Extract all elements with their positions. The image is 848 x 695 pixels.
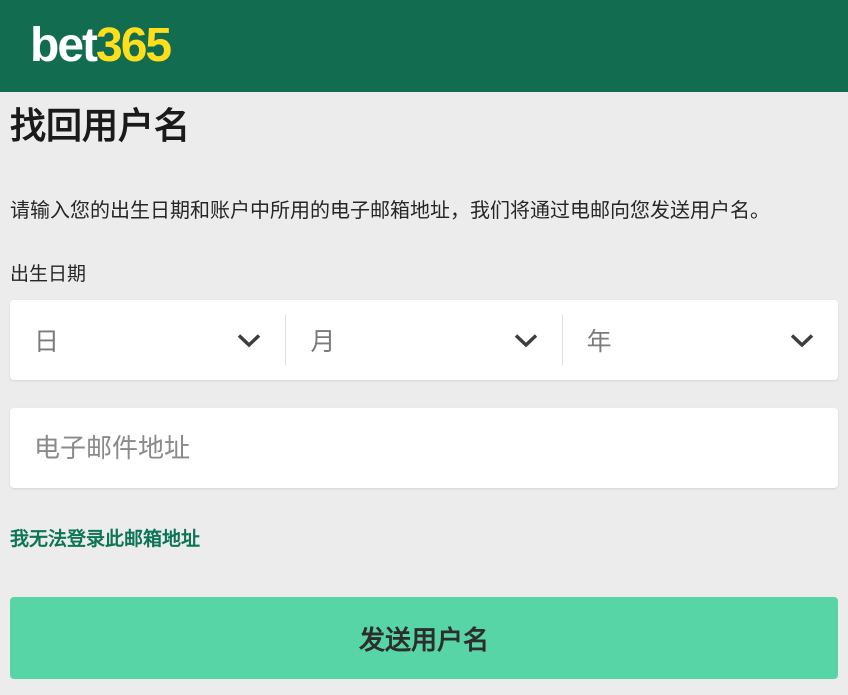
month-select[interactable]: 月	[286, 300, 561, 380]
day-select-value: 日	[34, 322, 59, 358]
cannot-access-email-link[interactable]: 我无法登录此邮箱地址	[10, 528, 200, 552]
main-content: 找回用户名 请输入您的出生日期和账户中所用的电子邮箱地址，我们将通过电邮向您发送…	[0, 104, 848, 679]
bet365-logo[interactable]: bet365	[30, 22, 170, 70]
year-select-value: 年	[587, 322, 612, 358]
dob-row: 日 月 年	[10, 300, 838, 380]
chevron-down-icon	[237, 333, 261, 348]
chevron-down-icon	[514, 333, 538, 348]
logo-text-365: 365	[96, 19, 170, 72]
dob-label: 出生日期	[10, 263, 838, 287]
logo-text-bet: bet	[30, 19, 96, 72]
send-username-button[interactable]: 发送用户名	[10, 597, 838, 679]
app-header: bet365	[0, 0, 848, 92]
intro-text: 请输入您的出生日期和账户中所用的电子邮箱地址，我们将通过电邮向您发送用户名。	[10, 198, 838, 225]
day-select[interactable]: 日	[10, 300, 285, 380]
email-input[interactable]	[10, 408, 838, 488]
chevron-down-icon	[790, 333, 814, 348]
year-select[interactable]: 年	[563, 300, 838, 380]
page-title: 找回用户名	[10, 104, 838, 148]
month-select-value: 月	[310, 322, 335, 358]
